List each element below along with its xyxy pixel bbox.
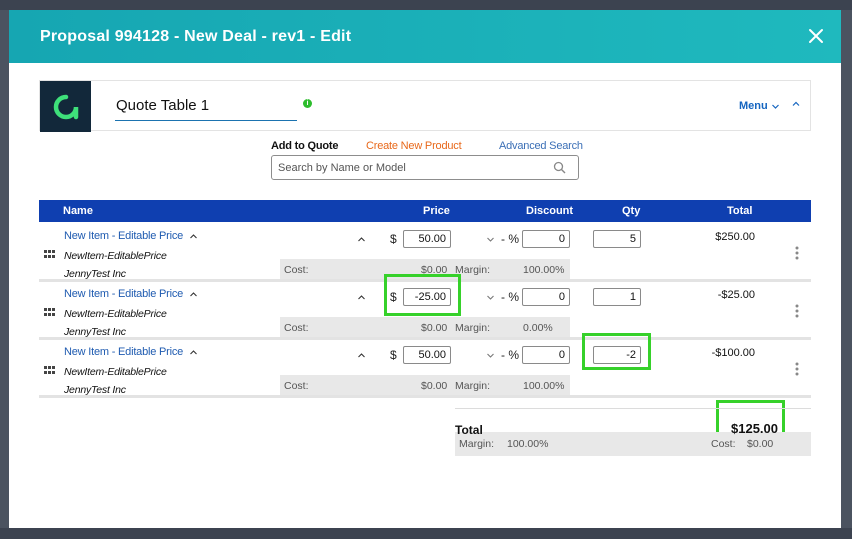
advanced-search-link[interactable]: Advanced Search [499,140,583,152]
quote-table-title-input[interactable]: Quote Table 1 [115,97,297,121]
item-model: NewItem-EditablePrice [64,250,167,262]
column-header-name: Name [63,205,93,217]
menu-button[interactable]: Menu [739,100,780,112]
margin-label: Margin: [455,380,491,392]
proposal-edit-modal: Proposal 994128 - New Deal - rev1 - Edit… [9,10,841,528]
margin-label: Margin: [455,322,491,334]
add-to-quote-label: Add to Quote [271,140,339,152]
table-row: New Item - Editable Price NewItem-Editab… [39,224,811,282]
total-margin-value: 100.00% [507,438,549,450]
app-logo-icon [40,81,91,132]
table-row: New Item - Editable Price NewItem-Editab… [39,282,811,340]
percent-symbol: - % [501,348,519,362]
info-icon[interactable]: i [303,99,312,108]
drag-handle-icon[interactable] [44,250,55,258]
chevron-up-icon[interactable] [189,290,198,299]
discount-input[interactable]: 0 [522,346,570,364]
create-new-product-link[interactable]: Create New Product [366,140,462,152]
search-icon[interactable] [553,161,566,174]
discount-input[interactable]: 0 [522,288,570,306]
table-row: New Item - Editable Price NewItem-Editab… [39,340,811,398]
item-name-link[interactable]: New Item - Editable Price [64,346,183,358]
menu-label: Menu [739,100,768,112]
item-name-link[interactable]: New Item - Editable Price [64,230,183,242]
discount-type-chevron-down-icon[interactable] [486,293,495,302]
column-header-qty: Qty [622,205,641,217]
qty-input[interactable]: 1 [593,288,641,306]
modal-title: Proposal 994128 - New Deal - rev1 - Edit [40,27,352,45]
cost-label: Cost: [284,380,309,392]
qty-input[interactable]: -2 [593,346,641,364]
margin-value: 0.00% [523,322,553,334]
column-header-discount: Discount [526,205,574,217]
item-model: NewItem-EditablePrice [64,366,167,378]
column-header-total: Total [727,205,753,217]
item-model: NewItem-EditablePrice [64,308,167,320]
background-overlay-top [0,0,852,10]
quote-table-column-headers: Name Price Discount Qty Total [39,200,811,222]
line-total: $250.00 [715,231,755,243]
chevron-down-icon [771,104,779,109]
total-label: Total [455,423,483,437]
price-chevron-up-icon[interactable] [357,235,366,244]
row-options-icon[interactable] [795,246,799,260]
column-header-price: Price [423,205,450,217]
line-total: -$100.00 [711,347,755,359]
discount-type-chevron-down-icon[interactable] [486,351,495,360]
row-options-icon[interactable] [795,304,799,318]
quote-table-header: Quote Table 1 i Menu [39,80,811,132]
percent-symbol: - % [501,232,519,246]
total-value: $125.00 [731,421,778,436]
collapse-chevron-up-icon[interactable] [791,99,801,109]
total-margin-label: Margin: [459,438,495,450]
cost-value: $0.00 [421,322,448,334]
margin-value: 100.00% [523,380,565,392]
margin-label: Margin: [455,264,491,276]
row-options-icon[interactable] [795,362,799,376]
total-cost-value: $0.00 [747,438,774,450]
chevron-up-icon[interactable] [189,348,198,357]
margin-value: 100.00% [523,264,565,276]
cost-value: $0.00 [421,380,448,392]
product-search-box [271,155,579,180]
row-divider [39,395,811,398]
price-chevron-up-icon[interactable] [357,293,366,302]
price-input[interactable]: -25.00 [403,288,451,306]
modal-header: Proposal 994128 - New Deal - rev1 - Edit [9,10,841,63]
currency-symbol: $ [390,232,397,246]
percent-symbol: - % [501,290,519,304]
discount-type-chevron-down-icon[interactable] [486,235,495,244]
background-overlay-bottom [0,528,852,539]
close-icon[interactable] [806,26,826,46]
currency-symbol: $ [390,348,397,362]
total-cost-label: Cost: [711,438,736,450]
product-search-input[interactable] [272,156,542,179]
qty-input[interactable]: 5 [593,230,641,248]
price-input[interactable]: 50.00 [403,346,451,364]
cost-label: Cost: [284,264,309,276]
discount-input[interactable]: 0 [522,230,570,248]
line-total: -$25.00 [717,289,755,301]
currency-symbol: $ [390,290,397,304]
cost-value: $0.00 [421,264,448,276]
drag-handle-icon[interactable] [44,308,55,316]
item-name-link[interactable]: New Item - Editable Price [64,288,183,300]
price-chevron-up-icon[interactable] [357,351,366,360]
price-input[interactable]: 50.00 [403,230,451,248]
total-divider [455,408,811,409]
cost-label: Cost: [284,322,309,334]
chevron-up-icon[interactable] [189,232,198,241]
quote-total-summary: Total $125.00 Margin: 100.00% Cost: $0.0… [455,408,811,456]
drag-handle-icon[interactable] [44,366,55,374]
